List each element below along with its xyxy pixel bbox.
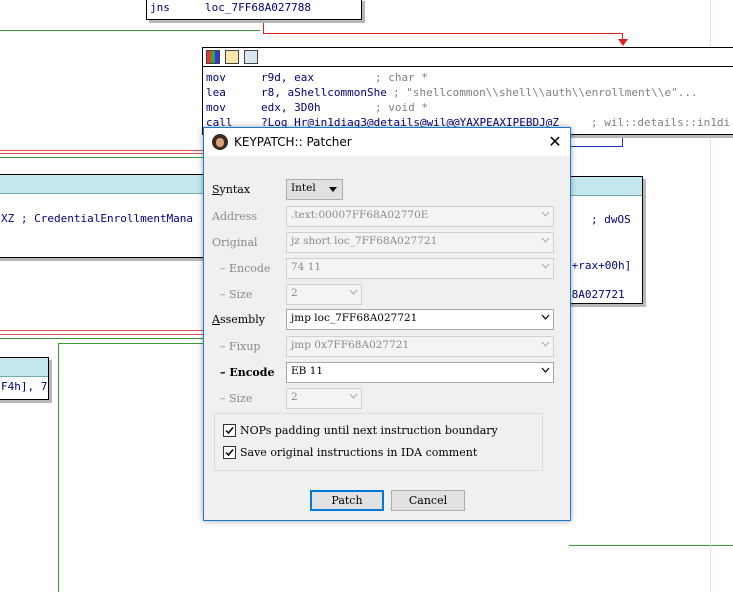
original-label: Original bbox=[212, 236, 258, 249]
fixup-field: jmp 0x7FF68A027721 bbox=[286, 336, 554, 357]
graph-edge bbox=[263, 33, 623, 34]
syntax-value: Intel bbox=[291, 182, 316, 194]
graph-edge bbox=[622, 134, 623, 146]
chevron-down-icon bbox=[329, 187, 337, 192]
options-group bbox=[214, 413, 543, 471]
instruction-operand: x+rax+00h] bbox=[565, 259, 632, 272]
instruction-mnemonic: mov bbox=[206, 71, 226, 84]
graph-edge bbox=[58, 343, 205, 344]
graph-edge bbox=[0, 153, 205, 154]
graph-edge bbox=[263, 18, 264, 33]
instruction-comment: ; "shellcommon\\shell\\auth\\enrollment\… bbox=[393, 86, 698, 99]
graph-node-bottom-left[interactable]: F4h], 7 bbox=[0, 357, 49, 400]
original-encode-value: 74 11 bbox=[291, 261, 322, 273]
node-title-bar bbox=[0, 358, 48, 377]
graph-edge bbox=[0, 334, 205, 335]
graph-node-right[interactable]: ; dwOS x+rax+00h] 68A027721 bbox=[562, 176, 643, 304]
graph-edge bbox=[0, 30, 260, 31]
graph-edge bbox=[0, 338, 205, 339]
instruction-mnemonic: jns bbox=[150, 1, 170, 14]
node-toolbar bbox=[203, 48, 733, 67]
encode-field[interactable]: EB 11 bbox=[286, 362, 554, 383]
encode-value: EB 11 bbox=[291, 365, 324, 377]
graph-node-main[interactable]: mov r9d, eax ; char * lea r8, aShellcomm… bbox=[202, 47, 733, 135]
check-icon bbox=[225, 449, 234, 457]
graph-node-left[interactable]: XZ ; CredentialEnrollmentMana bbox=[0, 174, 208, 258]
syntax-select[interactable]: Intel bbox=[286, 179, 343, 200]
chevron-down-icon[interactable] bbox=[541, 314, 550, 321]
arrow-head-icon bbox=[618, 39, 628, 46]
instruction-mnemonic: mov bbox=[206, 101, 226, 114]
instruction-operand: loc_7FF68A027788 bbox=[205, 1, 311, 14]
graph-edge bbox=[0, 150, 205, 151]
original-size-label: – Size bbox=[220, 288, 253, 301]
chevron-down-icon bbox=[349, 289, 358, 296]
instruction-comment: ; char * bbox=[375, 71, 428, 84]
instruction-operands: r9d, eax bbox=[261, 71, 314, 84]
edit-icon[interactable] bbox=[225, 50, 239, 64]
address-value: .text:00007FF68A02770E bbox=[291, 209, 429, 221]
node-title-bar bbox=[0, 175, 207, 194]
fixup-value: jmp 0x7FF68A027721 bbox=[291, 339, 410, 351]
original-encode-label: – Encode bbox=[220, 262, 271, 275]
chevron-down-icon bbox=[541, 263, 550, 270]
graph-icon[interactable] bbox=[244, 50, 258, 64]
graph-edge bbox=[568, 146, 623, 147]
instruction-comment: ; void * bbox=[375, 101, 428, 114]
keypatch-logo-icon bbox=[212, 134, 228, 150]
instruction-operands: edx, 3D0h bbox=[261, 101, 321, 114]
dialog-title: KEYPATCH:: Patcher bbox=[234, 135, 352, 149]
graph-edge bbox=[58, 343, 59, 592]
original-size-value: 2 bbox=[291, 287, 298, 299]
patch-button[interactable]: Patch bbox=[310, 490, 384, 511]
instruction-operands: r8, aShellcommonShe bbox=[261, 86, 387, 99]
instruction-text: F4h], 7 bbox=[1, 380, 48, 393]
assembly-input[interactable]: jmp loc_7FF68A027721 bbox=[286, 309, 554, 330]
save-original-label[interactable]: Save original instructions in IDA commen… bbox=[240, 446, 477, 459]
fixup-label: – Fixup bbox=[220, 340, 261, 353]
encode-label: – Encode bbox=[220, 366, 275, 379]
chevron-down-icon bbox=[541, 237, 550, 244]
cancel-button[interactable]: Cancel bbox=[391, 490, 465, 511]
original-value: jz short loc_7FF68A027721 bbox=[291, 235, 438, 247]
keypatch-dialog: KEYPATCH:: Patcher ✕ Syntax Intel Addres… bbox=[203, 127, 571, 521]
nop-padding-label[interactable]: NOPs padding until next instruction boun… bbox=[240, 424, 498, 437]
save-original-checkbox[interactable] bbox=[223, 446, 236, 459]
instruction-location: 68A027721 bbox=[565, 288, 625, 301]
syntax-label: Syntax bbox=[212, 183, 251, 196]
original-size-field: 2 bbox=[286, 284, 362, 305]
node-title-bar bbox=[563, 177, 642, 196]
graph-edge bbox=[0, 157, 205, 158]
close-icon[interactable]: ✕ bbox=[540, 128, 570, 156]
size-label: – Size bbox=[220, 392, 253, 405]
address-field: .text:00007FF68A02770E bbox=[286, 206, 554, 227]
assembly-value: jmp loc_7FF68A027721 bbox=[291, 312, 418, 324]
assembly-label: Assembly bbox=[212, 313, 265, 326]
instruction-mnemonic: lea bbox=[206, 86, 226, 99]
size-value: 2 bbox=[291, 391, 298, 403]
chevron-down-icon[interactable] bbox=[541, 367, 550, 374]
nop-padding-checkbox[interactable] bbox=[223, 424, 236, 437]
address-label: Address bbox=[212, 210, 258, 223]
graph-edge bbox=[569, 545, 733, 546]
graph-node-top[interactable]: jns loc_7FF68A027788 bbox=[146, 0, 362, 20]
graph-edge bbox=[0, 330, 205, 331]
palette-icon[interactable] bbox=[206, 50, 220, 64]
chevron-down-icon bbox=[541, 211, 550, 218]
check-icon bbox=[225, 427, 234, 435]
size-field: 2 bbox=[286, 388, 362, 409]
chevron-down-icon bbox=[541, 341, 550, 348]
original-encode-field: 74 11 bbox=[286, 258, 554, 279]
instruction-text: XZ ; CredentialEnrollmentMana bbox=[1, 212, 194, 225]
chevron-down-icon bbox=[349, 393, 358, 400]
dialog-title-bar[interactable]: KEYPATCH:: Patcher ✕ bbox=[204, 128, 570, 156]
instruction-comment: ; dwOS bbox=[591, 213, 631, 226]
original-field: jz short loc_7FF68A027721 bbox=[286, 232, 554, 253]
instruction-comment: ; wil::details::in1di bbox=[591, 116, 731, 129]
